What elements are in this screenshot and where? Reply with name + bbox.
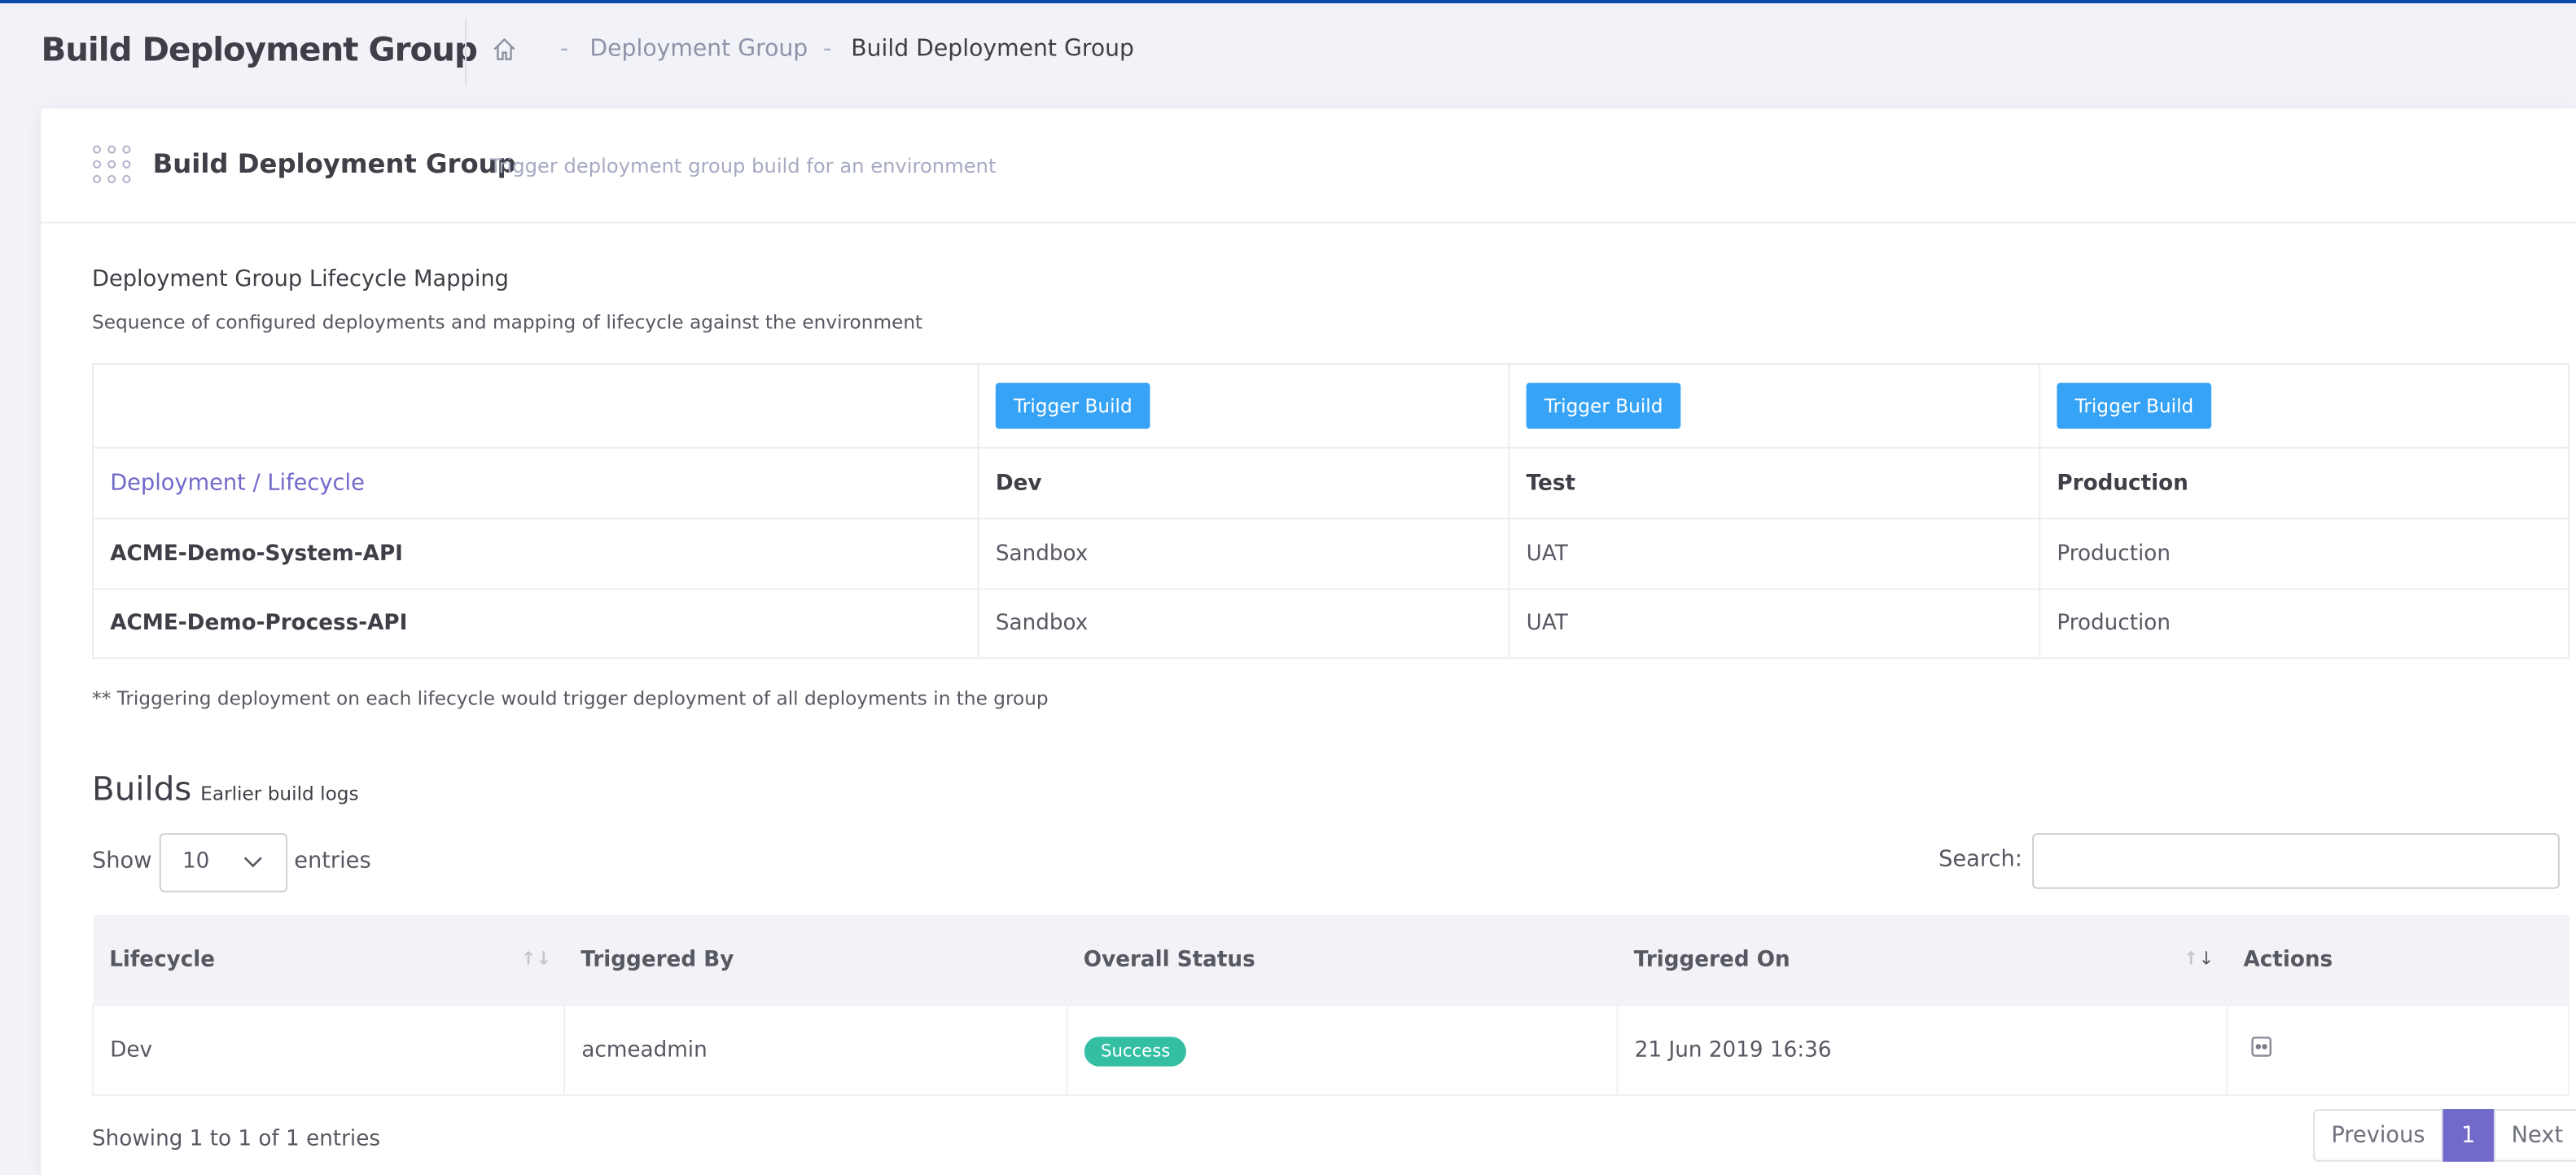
entries-value: 10 bbox=[182, 849, 210, 875]
cell: Trigger Build bbox=[2039, 362, 2569, 449]
lifecycle-cell: Dev bbox=[92, 1003, 566, 1096]
env-header: Test bbox=[1508, 446, 2041, 520]
breadcrumb-current: Build Deployment Group bbox=[851, 36, 1134, 63]
cell: Trigger Build bbox=[977, 362, 1510, 449]
lifecycle-mapping-table: Trigger Build Trigger Build Trigger Buil… bbox=[92, 362, 2569, 660]
column-label: Lifecycle bbox=[109, 947, 216, 972]
column-lifecycle[interactable]: Lifecycle ↑↓ bbox=[93, 914, 565, 1005]
breadcrumb-deployment-group[interactable]: Deployment Group bbox=[589, 36, 808, 62]
builds-title: Builds bbox=[92, 769, 192, 809]
chevron-down-icon bbox=[243, 857, 262, 868]
entries-select[interactable]: 10 bbox=[159, 833, 288, 892]
trigger-build-production-button[interactable]: Trigger Build bbox=[2057, 383, 2212, 429]
empty-cell bbox=[92, 362, 979, 449]
card-header: Build Deployment Group Trigger deploymen… bbox=[41, 108, 2576, 224]
search-label: Search: bbox=[1939, 846, 2022, 873]
column-actions: Actions bbox=[2227, 914, 2569, 1005]
home-icon[interactable] bbox=[491, 36, 517, 62]
sort-desc-icon[interactable]: ↑↓ bbox=[2184, 948, 2214, 969]
lifecycle-cell: Production bbox=[2039, 517, 2569, 590]
actions-cell bbox=[2226, 1003, 2569, 1096]
breadcrumb-separator: - bbox=[560, 36, 569, 63]
breadcrumb-separator: - bbox=[822, 36, 832, 63]
triggered-by-cell: acmeadmin bbox=[563, 1003, 1068, 1096]
divider bbox=[465, 20, 467, 85]
trigger-build-test-button[interactable]: Trigger Build bbox=[1526, 383, 1681, 429]
lifecycle-cell: Production bbox=[2039, 588, 2569, 660]
trigger-build-dev-button[interactable]: Trigger Build bbox=[995, 383, 1150, 429]
lifecycle-cell: UAT bbox=[1508, 588, 2041, 660]
sort-icon[interactable]: ↑↓ bbox=[521, 948, 551, 969]
entries-label: entries bbox=[294, 848, 371, 875]
lifecycle-cell: UAT bbox=[1508, 517, 2041, 590]
grid-dots-icon bbox=[93, 145, 131, 183]
builds-table: Lifecycle ↑↓ Triggered By Overall Status … bbox=[92, 914, 2569, 1096]
show-label: Show bbox=[92, 848, 152, 875]
mapping-header-label: Deployment / Lifecycle bbox=[92, 446, 979, 520]
deployment-name: ACME-Demo-Process-API bbox=[92, 588, 979, 660]
page-1-button[interactable]: 1 bbox=[2442, 1109, 2494, 1162]
top-bar bbox=[0, 0, 2576, 4]
column-label: Triggered On bbox=[1633, 947, 1790, 972]
mapping-title: Deployment Group Lifecycle Mapping bbox=[92, 265, 509, 293]
status-badge: Success bbox=[1084, 1036, 1187, 1066]
pagination: Previous 1 Next bbox=[2313, 1109, 2576, 1162]
deployment-name: ACME-Demo-System-API bbox=[92, 517, 979, 590]
column-overall-status: Overall Status bbox=[1067, 914, 1618, 1005]
env-header: Dev bbox=[977, 446, 1510, 520]
env-header: Production bbox=[2039, 446, 2569, 520]
mapping-note: ** Triggering deployment on each lifecyc… bbox=[92, 686, 1049, 710]
mapping-row: ACME-Demo-System-API Sandbox UAT Productio… bbox=[92, 517, 2569, 590]
mapping-description: Sequence of configured deployments and m… bbox=[92, 310, 923, 334]
column-triggered-by: Triggered By bbox=[564, 914, 1067, 1005]
builds-subtitle: Earlier build logs bbox=[200, 782, 359, 805]
triggered-on-cell: 21 Jun 2019 16:36 bbox=[1616, 1003, 2228, 1096]
search-input[interactable] bbox=[2032, 833, 2560, 889]
page-title: Build Deployment Group bbox=[41, 29, 477, 69]
column-triggered-on[interactable]: Triggered On ↑↓ bbox=[1617, 914, 2228, 1005]
view-log-icon[interactable] bbox=[2251, 1035, 2274, 1058]
table-info: Showing 1 to 1 of 1 entries bbox=[92, 1127, 381, 1152]
lifecycle-cell: Sandbox bbox=[977, 588, 1510, 660]
status-cell: Success bbox=[1066, 1003, 1619, 1096]
previous-button[interactable]: Previous bbox=[2313, 1109, 2443, 1162]
lifecycle-cell: Sandbox bbox=[977, 517, 1510, 590]
next-button[interactable]: Next bbox=[2493, 1109, 2576, 1162]
card-title: Build Deployment Group bbox=[152, 147, 516, 179]
mapping-row: ACME-Demo-Process-API Sandbox UAT Producti… bbox=[92, 588, 2569, 660]
table-row: Dev acmeadmin Success 21 Jun 2019 16:36 bbox=[92, 1003, 2569, 1096]
cell: Trigger Build bbox=[1508, 362, 2041, 449]
card-subtitle: Trigger deployment group build for an en… bbox=[489, 154, 997, 178]
